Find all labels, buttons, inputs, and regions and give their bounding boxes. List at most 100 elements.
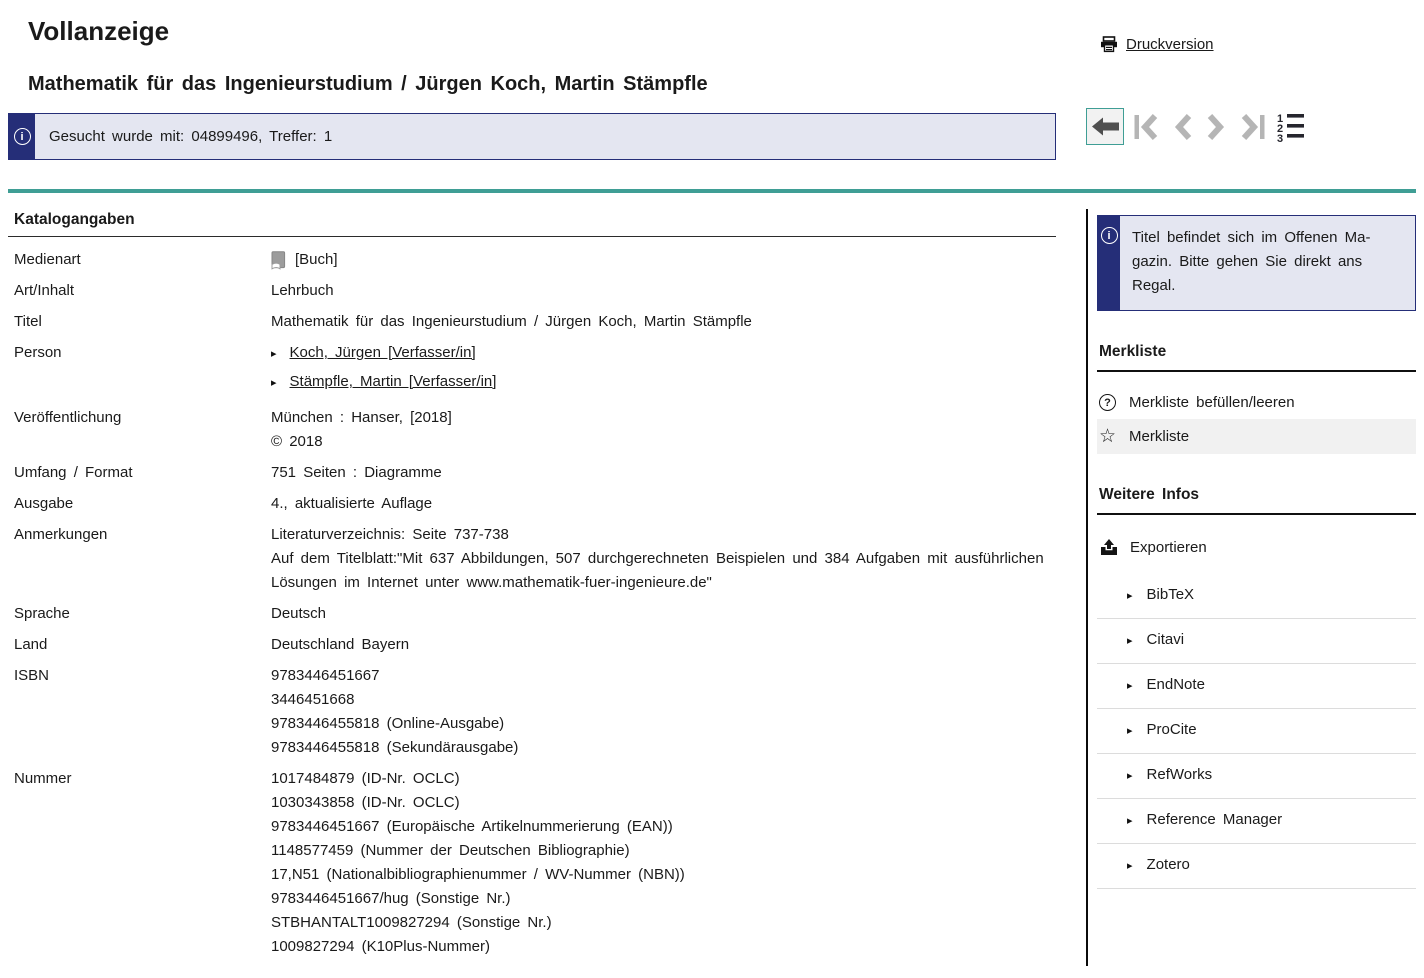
- field-value-line: 1009827294 (K10Plus-Nummer): [271, 935, 1056, 959]
- export-item-refworks[interactable]: ▸RefWorks: [1097, 754, 1416, 799]
- catalog-row: LandDeutschland Bayern: [8, 633, 1056, 657]
- svg-text:3: 3: [1277, 133, 1283, 142]
- field-value-line: 9783446451667/hug (Sonstige Nr.): [271, 887, 1056, 911]
- export-item-endnote[interactable]: ▸ EndNote: [1097, 664, 1416, 709]
- field-value: 4., aktualisierte Auflage: [271, 492, 1056, 516]
- notice-and-nav-row: i Gesucht wurde mit: 04899496, Treffer: …: [8, 113, 1416, 160]
- export-item-label: Zotero: [1147, 854, 1190, 875]
- field-value-line: 751 Seiten : Diagramme: [271, 461, 1056, 485]
- merkliste-fill-empty-item[interactable]: ? Merkliste befüllen/leeren: [1097, 386, 1416, 419]
- field-value-line: Auf dem Titelblatt:"Mit 637 Abbildungen,…: [271, 547, 1056, 595]
- export-toggle[interactable]: Exportieren: [1097, 539, 1416, 556]
- field-label: Nummer: [8, 767, 271, 959]
- info-icon: i: [14, 128, 31, 145]
- merkliste-label: Merkliste: [1129, 428, 1189, 445]
- nav-back-button[interactable]: [1086, 108, 1124, 145]
- star-icon: ☆: [1099, 428, 1116, 445]
- export-label: Exportieren: [1130, 539, 1207, 556]
- export-item-bibtex[interactable]: ▸ BibTeX: [1097, 574, 1416, 619]
- nav-next-button[interactable]: [1203, 110, 1229, 144]
- catalog-heading: Katalogangaben: [8, 209, 1056, 237]
- merkliste-item[interactable]: ☆ Merkliste: [1097, 419, 1416, 454]
- export-item-zotero[interactable]: ▸ Zotero: [1097, 844, 1416, 889]
- field-value-line: 17,N51 (Nationalbibliographienummer / WV…: [271, 863, 1056, 887]
- notice-stripe: i: [1098, 216, 1120, 310]
- next-record-icon: [1205, 112, 1227, 142]
- person-link[interactable]: Koch, Jürgen [Verfasser/in]: [290, 341, 476, 365]
- catalog-rows: Medienart[Buch] Art/InhaltLehrbuch TitelMa…: [8, 248, 1056, 959]
- media-type-line: [Buch]: [271, 248, 1056, 272]
- field-label: Veröffentlichung: [8, 406, 271, 454]
- field-value-line: 9783446455818 (Sekundärausgabe): [271, 736, 1056, 760]
- nav-result-list-button[interactable]: 1 2 3: [1275, 110, 1307, 144]
- arrow-bullet-icon: ▸: [1127, 584, 1133, 608]
- notice-stripe: i: [9, 114, 35, 159]
- person-entry: ▸Koch, Jürgen [Verfasser/in]: [271, 341, 1056, 366]
- field-value-line: 1030343858 (ID-Nr. OCLC): [271, 791, 1056, 815]
- field-value-line: STBHANTALT1009827294 (Sonstige Nr.): [271, 911, 1056, 935]
- field-value-line: Mathematik für das Ingenieurstudium / Jü…: [271, 310, 1056, 334]
- export-item-label: Reference Manager: [1147, 809, 1283, 830]
- export-item-label: EndNote: [1147, 674, 1205, 695]
- catalog-row: Art/InhaltLehrbuch: [8, 279, 1056, 303]
- export-item-procite[interactable]: ▸ ProCite: [1097, 709, 1416, 754]
- catalog-row: SpracheDeutsch: [8, 602, 1056, 626]
- catalog-row: Nummer1017484879 (ID-Nr. OCLC)1030343858…: [8, 767, 1056, 959]
- catalog-row: Medienart[Buch]: [8, 248, 1056, 272]
- nav-last-button[interactable]: [1236, 110, 1268, 144]
- search-result-notice: i Gesucht wurde mit: 04899496, Treffer: …: [8, 113, 1056, 160]
- arrow-bullet-icon: ▸: [271, 371, 277, 395]
- print-version-link[interactable]: Druckversion: [1100, 36, 1214, 53]
- teal-divider: [8, 189, 1416, 193]
- location-notice: i Titel befindet sich im Offenen Ma­gazi…: [1097, 215, 1416, 311]
- field-value-line: 9783446455818 (Online-Ausgabe): [271, 712, 1056, 736]
- catalog-row: VeröffentlichungMünchen : Hanser, [2018]…: [8, 406, 1056, 454]
- field-value-line: 4., aktualisierte Auflage: [271, 492, 1056, 516]
- catalog-row: TitelMathematik für das Ingenieurstudium…: [8, 310, 1056, 334]
- field-value-line: München : Hanser, [2018]: [271, 406, 1056, 430]
- question-circle-icon: ?: [1099, 394, 1116, 411]
- field-value: Lehrbuch: [271, 279, 1056, 303]
- book-icon: [271, 251, 286, 270]
- field-label: Titel: [8, 310, 271, 334]
- arrow-bullet-icon: ▸: [1127, 809, 1133, 833]
- field-value: Deutsch: [271, 602, 1056, 626]
- field-value: 1017484879 (ID-Nr. OCLC)1030343858 (ID-N…: [271, 767, 1056, 959]
- arrow-bullet-icon: ▸: [1127, 674, 1133, 698]
- catalog-row: ISBN978344645166734464516689783446455818…: [8, 664, 1056, 760]
- field-label: Person: [8, 341, 271, 399]
- nav-previous-button[interactable]: [1170, 110, 1196, 144]
- last-record-icon: [1238, 112, 1266, 142]
- catalog-row: AnmerkungenLiteraturverzeichnis: Seite 7…: [8, 523, 1056, 595]
- merkliste-heading: Merkliste: [1097, 343, 1416, 372]
- catalog-row: Umfang / Format751 Seiten : Diagramme: [8, 461, 1056, 485]
- export-item-label: BibTeX: [1147, 584, 1195, 605]
- person-link[interactable]: Stämpfle, Martin [Verfasser/in]: [290, 370, 497, 394]
- location-notice-text: Titel befindet sich im Offenen Ma­gazin.…: [1120, 216, 1415, 310]
- field-value: Mathematik für das Ingenieurstudium / Jü…: [271, 310, 1056, 334]
- field-value-line: Deutschland Bayern: [271, 633, 1056, 657]
- field-label: Ausgabe: [8, 492, 271, 516]
- catalog-row: Person▸Koch, Jürgen [Verfasser/in] ▸ Stämp…: [8, 341, 1056, 399]
- export-item-label: ProCite: [1147, 719, 1197, 740]
- field-value: [Buch]: [271, 248, 1056, 272]
- back-arrow-icon: [1092, 116, 1119, 137]
- arrow-bullet-icon: ▸: [1127, 629, 1133, 653]
- nav-first-button[interactable]: [1131, 110, 1163, 144]
- field-value: 751 Seiten : Diagramme: [271, 461, 1056, 485]
- field-label: Medienart: [8, 248, 271, 272]
- export-item-reference-manager[interactable]: ▸ Reference Manager: [1097, 799, 1416, 844]
- search-result-text: Gesucht wurde mit: 04899496, Treffer: 1: [35, 114, 346, 159]
- export-item-label: Citavi: [1147, 629, 1185, 650]
- person-entry: ▸ Stämpfle, Martin [Verfasser/in]: [271, 370, 1056, 395]
- printer-icon: [1100, 36, 1118, 53]
- field-value: München : Hanser, [2018]© 2018: [271, 406, 1056, 454]
- field-value-line: 1148577459 (Nummer der Deutschen Bibliog…: [271, 839, 1056, 863]
- export-item-citavi[interactable]: ▸ Citavi: [1097, 619, 1416, 664]
- field-value-line: 1017484879 (ID-Nr. OCLC): [271, 767, 1056, 791]
- field-value: 978344645166734464516689783446455818 (On…: [271, 664, 1056, 760]
- arrow-bullet-icon: ▸: [1127, 719, 1133, 743]
- record-title: Mathematik für das Ingenieurstudium / Jü…: [28, 72, 1416, 96]
- page: Vollanzeige Druckversion Mathematik für …: [0, 16, 1424, 966]
- arrow-bullet-icon: ▸: [1127, 854, 1133, 878]
